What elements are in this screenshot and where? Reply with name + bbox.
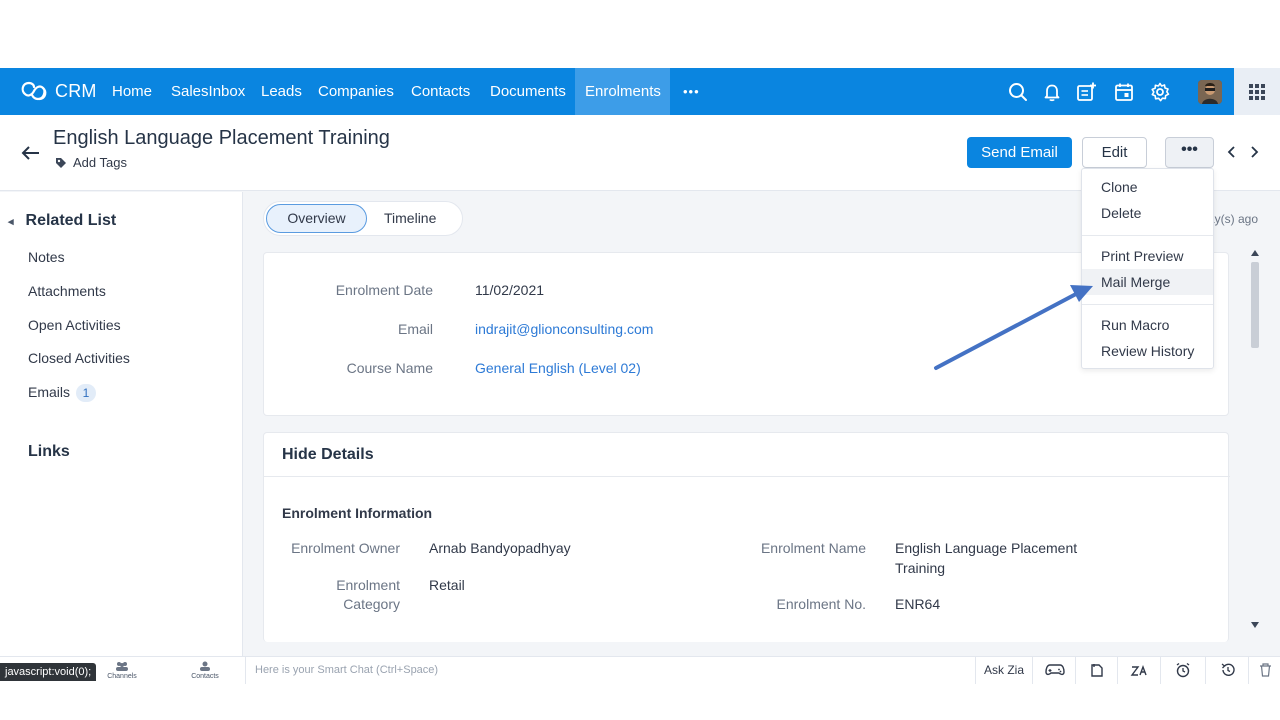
annotation-arrow-shaft [934,292,1078,370]
annotation-arrow [934,285,1093,370]
